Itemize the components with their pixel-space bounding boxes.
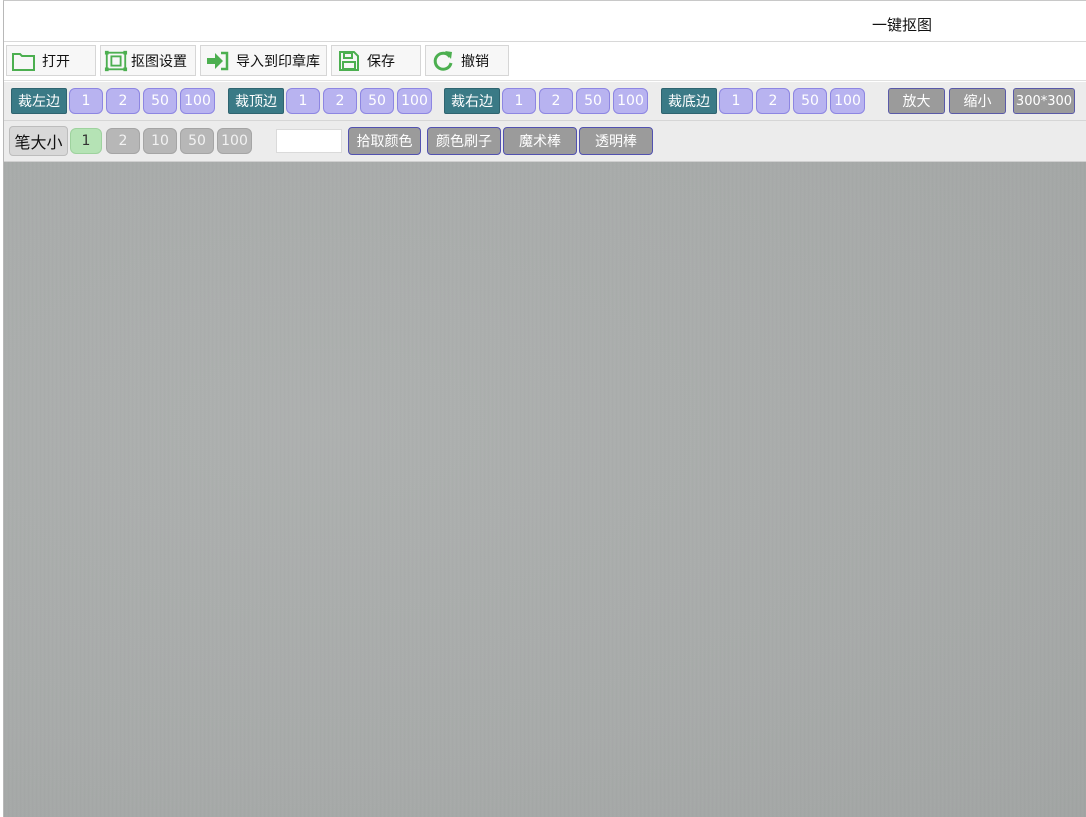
- brush-size-50-button[interactable]: 50: [180, 128, 214, 154]
- matting-settings-label: 抠图设置: [131, 53, 187, 70]
- brush-toolbar: 笔大小 1 2 10 50 100 拾取颜色 颜色刷子 魔术棒 透明棒: [4, 121, 1086, 162]
- crop-right-label: 裁右边: [444, 88, 500, 114]
- crop-left-100-button[interactable]: 100: [180, 88, 215, 114]
- undo-label: 撤销: [461, 53, 489, 70]
- crop-top-label: 裁顶边: [228, 88, 284, 114]
- title-bar: 一键抠图: [4, 3, 1086, 42]
- open-label: 打开: [42, 53, 70, 70]
- crop-right-50-button[interactable]: 50: [576, 88, 610, 114]
- brush-size-10-button[interactable]: 10: [143, 128, 177, 154]
- brush-size-100-button[interactable]: 100: [217, 128, 252, 154]
- window-title: 一键抠图: [872, 16, 933, 34]
- import-arrow-icon: [206, 49, 230, 73]
- folder-icon: [12, 49, 36, 73]
- picked-color-swatch[interactable]: [276, 129, 342, 153]
- undo-icon: [431, 49, 455, 73]
- size-300-button[interactable]: 300*300: [1013, 88, 1075, 114]
- crop-bottom-50-button[interactable]: 50: [793, 88, 827, 114]
- color-brush-button[interactable]: 颜色刷子: [427, 127, 501, 155]
- matting-settings-button[interactable]: 抠图设置: [100, 45, 196, 76]
- zoom-out-button[interactable]: 缩小: [949, 88, 1006, 114]
- crop-left-2-button[interactable]: 2: [106, 88, 140, 114]
- crop-top-50-button[interactable]: 50: [360, 88, 394, 114]
- undo-button[interactable]: 撤销: [425, 45, 509, 76]
- crop-left-label: 裁左边: [11, 88, 67, 114]
- save-label: 保存: [367, 53, 395, 70]
- crop-top-100-button[interactable]: 100: [397, 88, 432, 114]
- crop-right-2-button[interactable]: 2: [539, 88, 573, 114]
- crop-right-1-button[interactable]: 1: [502, 88, 536, 114]
- image-canvas[interactable]: [4, 162, 1086, 817]
- crop-right-100-button[interactable]: 100: [613, 88, 648, 114]
- main-toolbar: 打开 抠图设置 导入到印章库 保存 撤销: [4, 42, 1086, 81]
- save-disk-icon: [337, 49, 361, 73]
- import-label: 导入到印章库: [236, 53, 320, 70]
- crop-toolbar: 裁左边 1 2 50 100 裁顶边 1 2 50 100 裁右边 1 2 50…: [4, 82, 1086, 121]
- open-button[interactable]: 打开: [6, 45, 96, 76]
- pick-color-button[interactable]: 拾取颜色: [348, 127, 421, 155]
- crop-top-1-button[interactable]: 1: [286, 88, 320, 114]
- brush-size-2-button[interactable]: 2: [106, 128, 140, 154]
- save-button[interactable]: 保存: [331, 45, 421, 76]
- crop-bottom-1-button[interactable]: 1: [719, 88, 753, 114]
- brush-size-1-button[interactable]: 1: [70, 128, 102, 154]
- crop-top-2-button[interactable]: 2: [323, 88, 357, 114]
- magic-wand-button[interactable]: 魔术棒: [503, 127, 577, 155]
- crop-left-50-button[interactable]: 50: [143, 88, 177, 114]
- crop-frame-icon: [104, 49, 128, 73]
- import-stamp-library-button[interactable]: 导入到印章库: [200, 45, 327, 76]
- transparent-wand-button[interactable]: 透明棒: [579, 127, 653, 155]
- brush-size-label: 笔大小: [9, 126, 68, 156]
- zoom-in-button[interactable]: 放大: [888, 88, 945, 114]
- crop-bottom-2-button[interactable]: 2: [756, 88, 790, 114]
- crop-bottom-100-button[interactable]: 100: [830, 88, 865, 114]
- crop-bottom-label: 裁底边: [661, 88, 717, 114]
- crop-left-1-button[interactable]: 1: [69, 88, 103, 114]
